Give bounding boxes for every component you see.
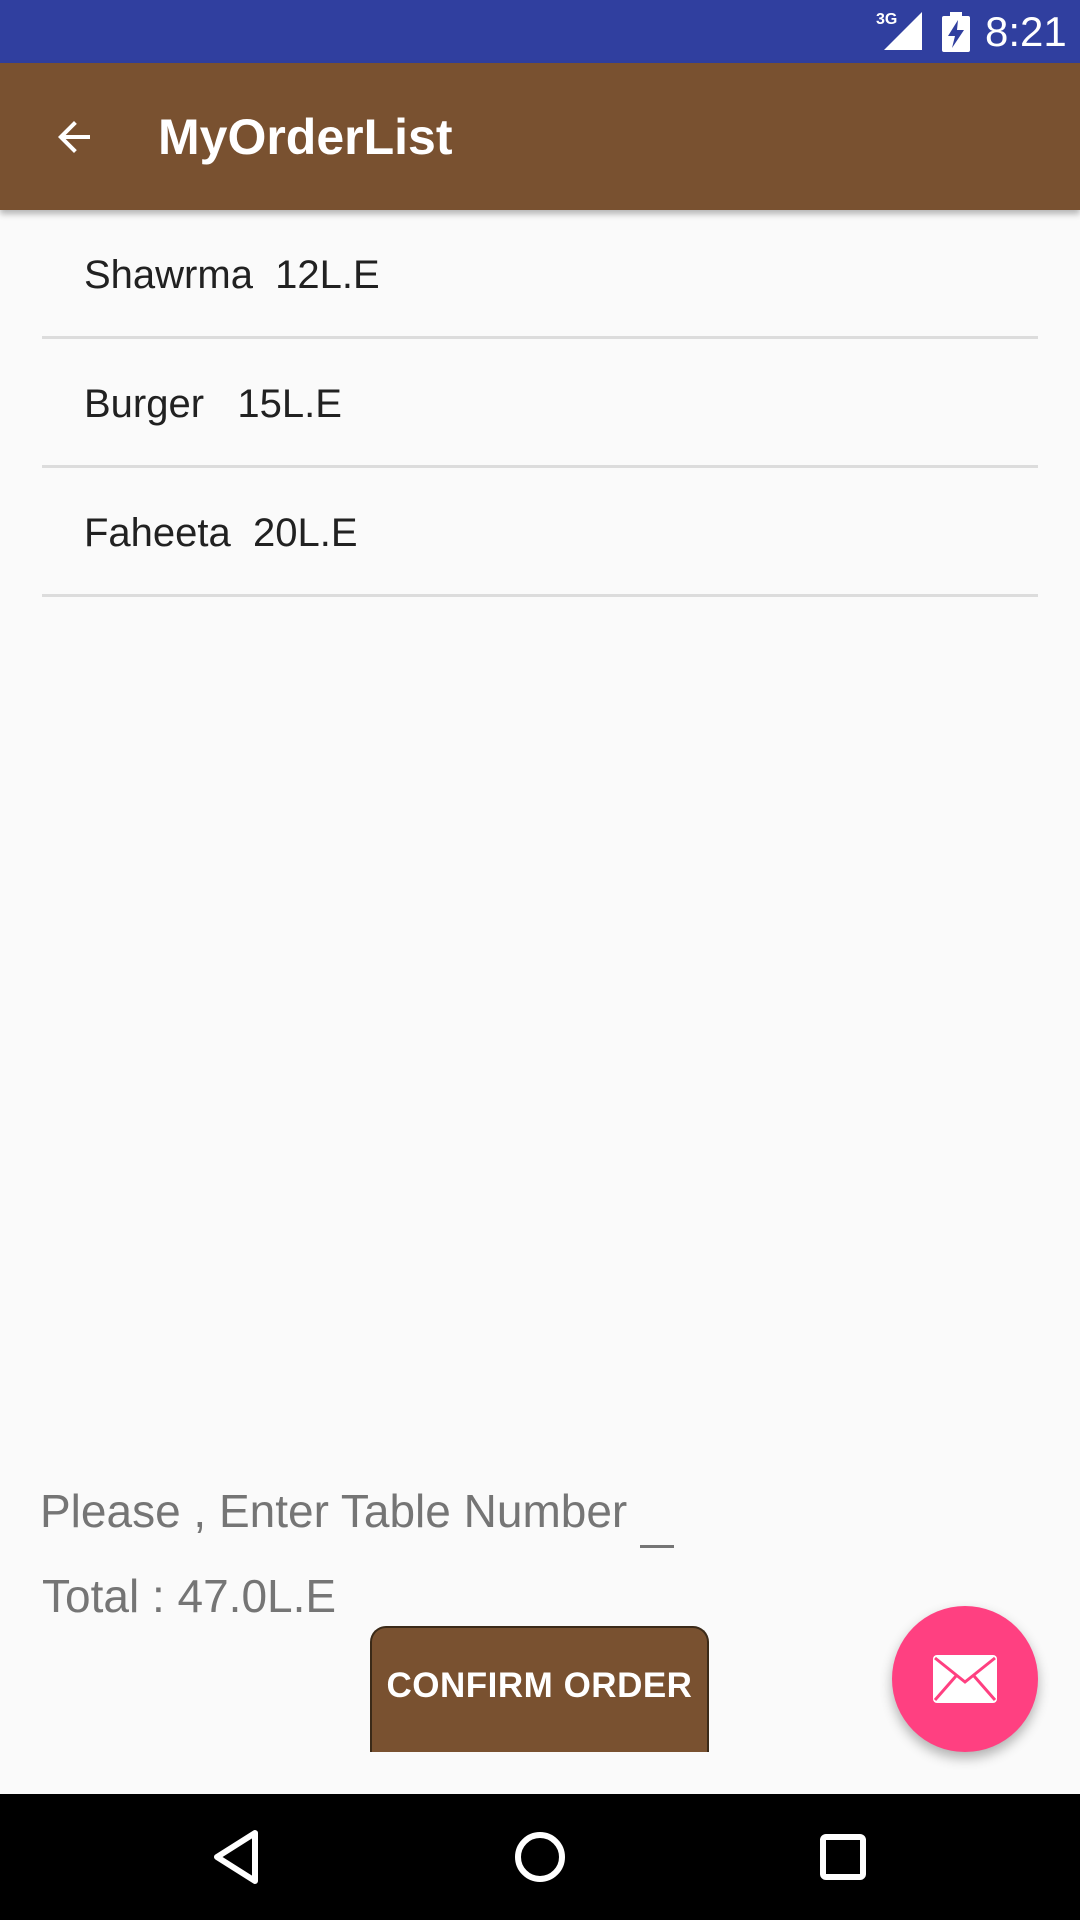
order-item-text: Shawrma 12L.E xyxy=(84,252,380,297)
nav-home-icon xyxy=(515,1832,565,1882)
list-item[interactable]: Burger 15L.E xyxy=(42,339,1038,468)
page-title: MyOrderList xyxy=(158,109,453,165)
nav-recents-button[interactable] xyxy=(803,1817,883,1897)
confirm-order-button[interactable]: CONFIRM ORDER xyxy=(370,1626,709,1752)
order-item-text: Faheeta 20L.E xyxy=(84,510,358,555)
list-item[interactable]: Shawrma 12L.E xyxy=(42,210,1038,339)
email-fab-button[interactable] xyxy=(892,1606,1038,1752)
order-list: Shawrma 12L.E Burger 15L.E Faheeta 20L.E xyxy=(42,210,1038,597)
nav-back-button[interactable] xyxy=(196,1817,276,1897)
table-number-input[interactable] xyxy=(40,1476,680,1546)
list-item[interactable]: Faheeta 20L.E xyxy=(42,468,1038,597)
email-icon xyxy=(933,1655,997,1703)
app-bar: MyOrderList xyxy=(0,63,1080,210)
input-underline xyxy=(640,1545,674,1548)
battery-charging-icon xyxy=(942,12,970,52)
status-bar: 3G 8:21 xyxy=(0,0,1080,63)
nav-home-button[interactable] xyxy=(500,1817,580,1897)
back-button[interactable] xyxy=(44,107,104,167)
arrow-back-icon xyxy=(58,121,90,153)
nav-back-icon xyxy=(214,1830,258,1884)
nav-recents-icon xyxy=(820,1834,866,1880)
screen: 3G 8:21 MyOrderList Shawrma 12L.E Burger… xyxy=(0,0,1080,1920)
network-signal-icon: 3G xyxy=(876,11,922,50)
navigation-bar xyxy=(0,1794,1080,1920)
order-total: Total : 47.0L.E xyxy=(42,1570,337,1622)
svg-text:3G: 3G xyxy=(876,11,897,28)
order-item-text: Burger 15L.E xyxy=(84,381,342,426)
status-time: 8:21 xyxy=(985,8,1067,55)
